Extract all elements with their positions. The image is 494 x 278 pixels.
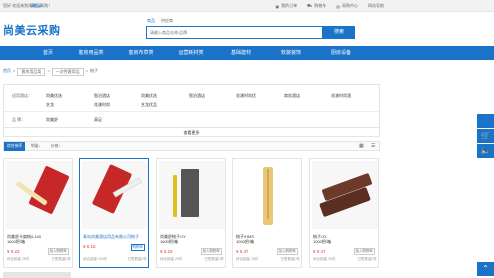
my-orders-link[interactable]: ▣ 我的订单 (275, 3, 297, 9)
product-unit: 1000把/箱 (236, 239, 255, 244)
product-sold: 已售数量0件 (280, 257, 300, 261)
product-card[interactable]: 尚美舒卡扁梳/L140 1600把/箱 ¥ 0.23 加入购物车 综合销量 26件… (3, 158, 73, 268)
filter-option[interactable]: 艺龙 (46, 102, 54, 108)
product-price: ¥ 0.47 (236, 249, 249, 254)
product-price: ¥ 0.23 (160, 249, 173, 254)
top-bar: 您好 欢迎来到尚美云采购！ 请登录 ▣ 我的订单 ⛟ 购物车 ▤ 采购中心 网站导航 (0, 0, 494, 12)
nav-kitchen[interactable]: 厨房设备 (316, 46, 366, 60)
search-tab-goods[interactable]: 商品 (147, 18, 155, 24)
filter-option[interactable]: 艺龙优品 (141, 102, 157, 108)
nav-consumables[interactable]: 运营耗材类 (166, 46, 216, 60)
breadcrumb-item[interactable]: 一次性客用品 (51, 68, 84, 76)
cart-link[interactable]: ⛟ 购物车 (307, 3, 326, 9)
filter-panel: 适用酒店： 尚美优选 智泊酒店 尚美优选 智泊酒店 花漾时尚优 商务酒店 花漾时… (3, 84, 380, 128)
add-to-cart-button[interactable]: 加入购物车 (200, 248, 222, 255)
user-center-button[interactable]: 👤 (477, 114, 494, 128)
welcome-text: 您好 欢迎来到尚美云采购！ (3, 3, 53, 8)
product-sold: 已售数量0件 (127, 257, 147, 261)
breadcrumb: 首页 > 客房用品类 > 一次性客用品 > 梳子 (3, 68, 99, 76)
product-name: 青岛尚美酒店用品有限公司梳子 (83, 234, 139, 239)
breadcrumb-current: 梳子 (90, 68, 99, 73)
nav-room-linen[interactable]: 客房布草类 (116, 46, 166, 60)
sort-bar: 综合排序 销量↓ 价格↓ ▦ ☰ (3, 141, 380, 151)
product-sales: 综合销量 26件 (7, 257, 30, 261)
filter-option[interactable]: 高足 (94, 117, 102, 123)
product-sales: 综合销量 20件 (313, 257, 336, 261)
product-price: ¥ 0.15 (83, 244, 96, 249)
sort-default[interactable]: 综合排序 (4, 142, 26, 151)
product-unit: 1000把/箱 (313, 239, 332, 244)
nav-building[interactable]: 基础建材 (216, 46, 266, 60)
cart-icon: ⛟ (307, 3, 313, 8)
filter-option[interactable]: 尚美优选 (46, 93, 62, 99)
sort-sales[interactable]: 销量↓ (28, 142, 44, 151)
filter-label-hotel: 适用酒店： (12, 93, 32, 98)
next-row-placeholder (3, 272, 71, 278)
search-button[interactable]: 搜索 (323, 26, 355, 39)
main-nav: 首页 客房用品类 客房布草类 运营耗材类 基础建材 软装装饰 厨房设备 (0, 46, 494, 60)
product-image[interactable] (159, 161, 225, 229)
product-sales: 综合销量 16件 (236, 257, 259, 261)
site-nav-link[interactable]: 网站导航 (368, 3, 384, 9)
filter-option[interactable]: 尚美舒 (46, 117, 58, 123)
product-image[interactable] (235, 161, 301, 229)
product-image[interactable] (82, 161, 148, 229)
filter-option[interactable]: 花漾时尚酒 (331, 93, 351, 99)
filter-option[interactable]: 智泊酒店 (94, 93, 110, 99)
search-tabs: 商品 供应商 (147, 18, 173, 24)
search-input[interactable] (147, 27, 322, 38)
product-sales: 综合销量 100件 (83, 257, 108, 261)
cart-icon: 🛒 (480, 131, 491, 140)
product-card[interactable]: 青岛尚美酒店用品有限公司梳子 ¥ 0.15 购物车 综合销量 100件 已售数量0… (79, 158, 149, 268)
login-link[interactable]: 请登录 (30, 3, 42, 9)
add-to-cart-button[interactable]: 加入购物车 (276, 248, 298, 255)
side-notice-button[interactable]: 🔈 (477, 144, 494, 158)
filter-option[interactable]: 花漾时尚优 (236, 93, 256, 99)
filter-option[interactable]: 尚美优选 (141, 93, 157, 99)
site-logo[interactable]: 尚美云采购 (3, 22, 61, 38)
nav-decor[interactable]: 软装装饰 (266, 46, 316, 60)
back-to-top-button[interactable]: ⌃ (477, 262, 494, 276)
product-image[interactable] (6, 161, 72, 229)
nav-room-supplies[interactable]: 客房用品类 (66, 46, 116, 60)
center-icon: ▤ (336, 3, 340, 9)
sort-price[interactable]: 价格↓ (48, 142, 64, 151)
up-arrow-icon: ⌃ (482, 264, 489, 273)
orders-icon: ▣ (275, 3, 280, 9)
search-tab-supplier[interactable]: 供应商 (161, 18, 173, 24)
grid-view-icon[interactable]: ▦ (359, 144, 364, 149)
add-to-cart-button[interactable]: 购物车 (130, 244, 145, 251)
breadcrumb-home[interactable]: 首页 (3, 68, 11, 76)
product-sold: 已售数量0件 (357, 257, 377, 261)
product-unit: 1600把/箱 (7, 239, 26, 244)
show-more-button[interactable]: 查看更多 (3, 128, 380, 137)
product-price: ¥ 0.47 (313, 249, 326, 254)
product-sold: 已售数量0件 (51, 257, 71, 261)
user-icon: 👤 (480, 116, 491, 125)
product-sold: 已售数量0件 (204, 257, 224, 261)
product-card[interactable]: 梳子/HMS 1000把/箱 ¥ 0.47 加入购物车 综合销量 16件 已售数量0… (232, 158, 302, 268)
add-to-cart-button[interactable]: 加入购物车 (47, 248, 69, 255)
product-image[interactable] (312, 161, 378, 229)
breadcrumb-item[interactable]: 客房用品类 (17, 68, 46, 76)
product-unit: 1600把/箱 (160, 239, 179, 244)
filter-option[interactable]: 花漾时尚 (94, 102, 110, 108)
purchase-center-link[interactable]: ▤ 采购中心 (336, 3, 358, 9)
product-card[interactable]: 尚美舒梳子/JY 1600把/箱 ¥ 0.23 加入购物车 综合销量 25件 已售数… (156, 158, 226, 268)
filter-option[interactable]: 智泊酒店 (189, 93, 205, 99)
add-to-cart-button[interactable]: 加入购物车 (353, 248, 375, 255)
filter-option[interactable]: 商务酒店 (284, 93, 300, 99)
top-links: ▣ 我的订单 ⛟ 购物车 ▤ 采购中心 网站导航 (275, 3, 384, 9)
search-box (146, 26, 323, 39)
product-sales: 综合销量 25件 (160, 257, 183, 261)
product-card[interactable]: 梳子/JX 1000把/箱 ¥ 0.47 加入购物车 综合销量 20件 已售数量0件 (309, 158, 379, 268)
nav-home[interactable]: 首页 (30, 46, 66, 60)
side-cart-button[interactable]: 🛒 (477, 129, 494, 143)
list-view-icon[interactable]: ☰ (371, 144, 376, 149)
product-price: ¥ 0.23 (7, 249, 20, 254)
filter-label-brand: 品 牌： (12, 117, 26, 122)
speaker-icon: 🔈 (480, 146, 491, 155)
